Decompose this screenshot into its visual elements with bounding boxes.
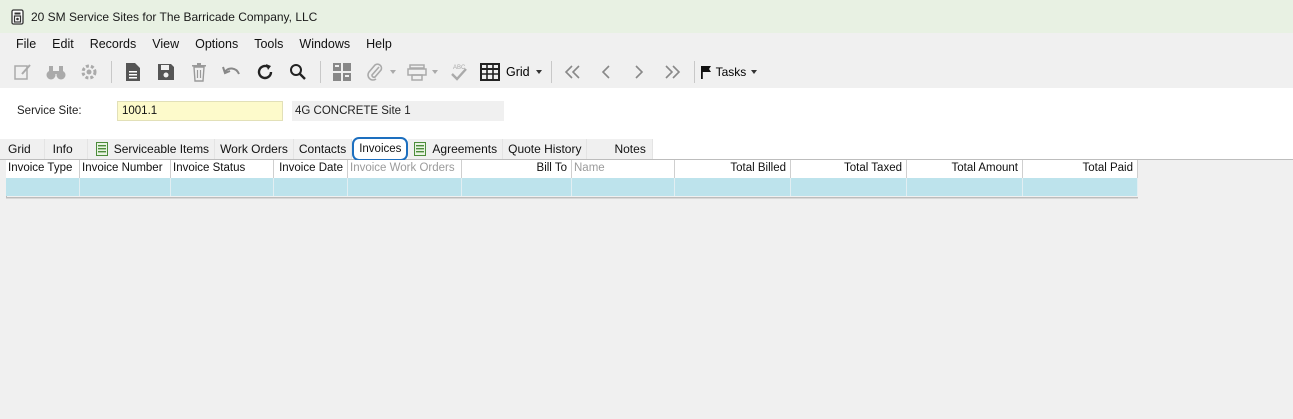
table-cell[interactable] [907,178,1023,196]
table-row[interactable] [6,178,1138,196]
table-cell[interactable] [274,178,348,196]
column-header[interactable]: Total Paid [1023,160,1138,178]
table-cell[interactable] [572,178,675,196]
undo-icon[interactable] [220,60,244,84]
column-header[interactable]: Total Taxed [791,160,907,178]
refresh-icon[interactable] [253,60,277,84]
grid-view-toggle[interactable]: Grid [480,63,530,81]
tab-agreements[interactable]: Agreements [408,139,504,159]
menu-bar: File Edit Records View Options Tools Win… [0,33,1293,55]
tab-notes[interactable]: Notes [587,139,653,159]
settings-gear-icon[interactable] [77,60,101,84]
tasks-dropdown-icon [751,70,758,74]
window-title: 20 SM Service Sites for The Barricade Co… [31,9,318,24]
tab-label: Serviceable Items [113,142,210,156]
column-header[interactable]: Bill To [462,160,572,178]
print-dropdown-icon[interactable] [432,70,438,74]
menu-records[interactable]: Records [83,37,146,51]
search-icon[interactable] [286,60,310,84]
menu-view[interactable]: View [145,37,188,51]
tasks-menu-button[interactable]: Tasks [700,65,758,79]
table-cell[interactable] [462,178,572,196]
layout-panels-icon[interactable] [330,60,354,84]
table-cell[interactable] [791,178,907,196]
tasks-label: Tasks [715,65,747,79]
column-header[interactable]: Invoice Number [80,160,171,178]
toolbar-separator [550,61,552,83]
new-document-icon[interactable] [121,60,145,84]
form-document-icon [11,8,25,25]
attachment-paperclip-icon[interactable] [363,60,387,84]
delete-trash-icon[interactable] [187,60,211,84]
tab-info[interactable]: Info [44,139,88,159]
tab-label: Grid [8,142,31,156]
table-cell[interactable] [171,178,274,196]
table-grid-icon [480,63,500,81]
tab-contacts[interactable]: Contacts [293,139,353,159]
menu-options[interactable]: Options [188,37,247,51]
tab-label: Notes [614,142,646,156]
tab-work-orders[interactable]: Work Orders [215,139,294,159]
spreadsheet-icon [414,142,427,156]
spreadsheet-icon [95,142,108,156]
toolbar-separator [693,61,695,83]
service-site-label: Service Site: [17,105,82,117]
previous-record-icon[interactable] [594,60,618,84]
table-cell[interactable] [675,178,791,196]
menu-tools[interactable]: Tools [247,37,292,51]
print-icon[interactable] [405,60,429,84]
invoices-grid: Invoice Type Invoice Number Invoice Stat… [0,160,1293,419]
spellcheck-icon[interactable]: ABC [447,60,471,84]
title-bar: 20 SM Service Sites for The Barricade Co… [0,0,1293,33]
toolbar-separator [111,61,112,83]
grid-header: Invoice Type Invoice Number Invoice Stat… [6,160,1138,178]
tab-label: Quote History [508,142,582,156]
service-site-name: 4G CONCRETE Site 1 [292,101,504,121]
grid-bottom-border [6,197,1138,199]
save-icon[interactable] [154,60,178,84]
toolbar-separator [320,61,321,83]
column-header[interactable]: Invoice Type [6,160,80,178]
tab-serviceable-items[interactable]: Serviceable Items [87,139,216,159]
next-record-icon[interactable] [627,60,651,84]
grid-dropdown-icon[interactable] [535,70,542,74]
menu-file[interactable]: File [9,37,45,51]
tab-label: Info [52,142,73,156]
menu-edit[interactable]: Edit [45,37,83,51]
record-header-form: Service Site: 1001.1 4G CONCRETE Site 1 [0,88,1293,138]
edit-record-icon[interactable] [11,60,35,84]
column-header[interactable]: Name [572,160,675,178]
last-record-icon[interactable] [660,60,684,84]
tab-label: Contacts [298,142,347,156]
tab-strip: Grid Info Serviceable Items Work Orders … [0,137,1293,161]
tab-label: Work Orders [220,142,288,156]
menu-windows[interactable]: Windows [292,37,359,51]
column-header[interactable]: Total Amount [907,160,1023,178]
tab-grid[interactable]: Grid [0,139,45,159]
tab-label: Invoices [359,143,402,155]
column-header[interactable]: Invoice Status [171,160,274,178]
table-cell[interactable] [80,178,171,196]
table-cell[interactable] [348,178,462,196]
tab-label: Agreements [432,142,498,156]
tab-quote-history[interactable]: Quote History [503,139,588,159]
column-header[interactable]: Total Billed [675,160,791,178]
tab-invoices[interactable]: Invoices [352,137,409,161]
table-cell[interactable] [6,178,80,196]
binoculars-icon[interactable] [44,60,68,84]
grid-view-label: Grid [506,65,530,79]
attachment-dropdown-icon[interactable] [390,70,396,74]
menu-help[interactable]: Help [359,37,401,51]
flag-icon [700,65,712,79]
column-header[interactable]: Invoice Work Orders [348,160,462,178]
column-header[interactable]: Invoice Date [274,160,348,178]
table-cell[interactable] [1023,178,1138,196]
first-record-icon[interactable] [561,60,585,84]
service-site-input[interactable]: 1001.1 [117,101,283,121]
toolbar: ABC Grid Tasks [0,56,1293,88]
